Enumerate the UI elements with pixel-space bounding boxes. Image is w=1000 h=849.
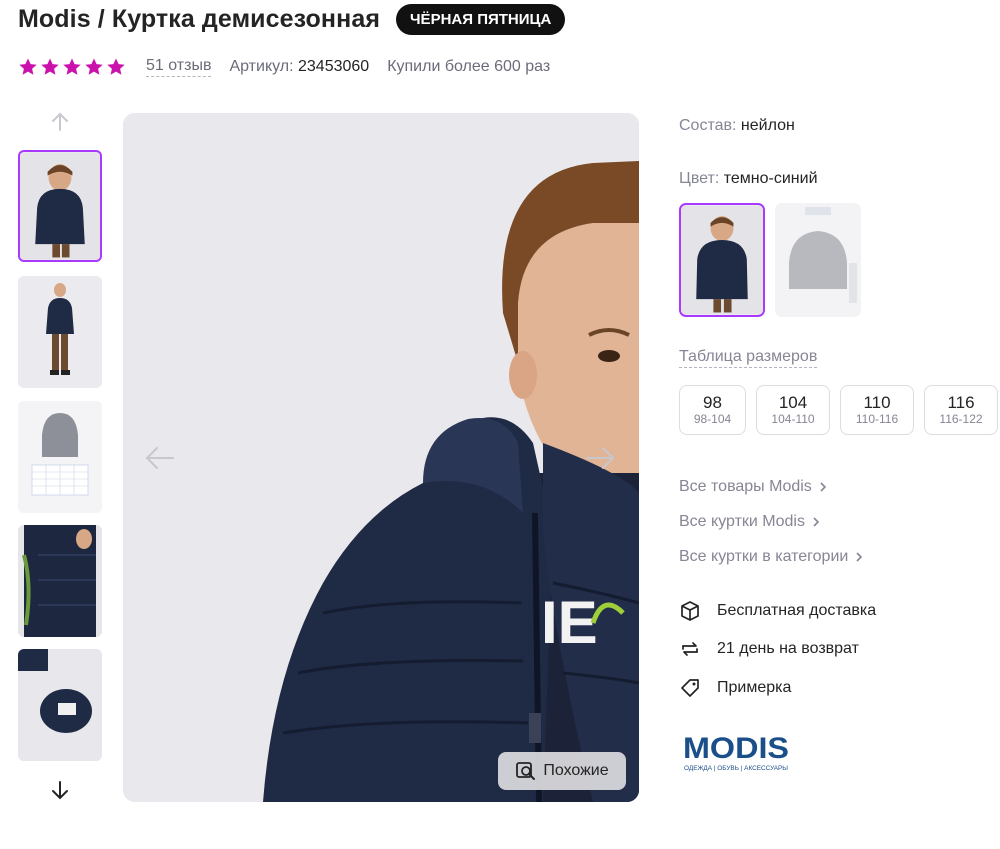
thumbnail-boy-jacket-front[interactable] [18,150,102,262]
benefit-return: 21 день на возврат [679,638,859,660]
svg-text:MODIS: MODIS [683,732,789,765]
star-icon [19,58,37,75]
article-number[interactable]: 23453060 [298,58,369,75]
size-selector: 98 98-104 104 104-110 110 110-116 116 11… [679,385,998,435]
color: Цвет: темно-синий [679,170,818,188]
tag-icon [681,679,699,697]
return-arrows-icon [682,642,698,656]
photo-thumbnail-image [18,276,102,388]
star-icon [107,58,125,75]
svg-text:IE: IE [541,589,598,656]
size-value: 110 [863,393,891,412]
product-photo-image: IE [123,113,639,802]
size-value: 116 [947,393,975,412]
link-label: Все куртки Modis [679,513,805,530]
composition-label: Состав: [679,117,737,134]
composition-value: нейлон [740,117,795,134]
rating-stars[interactable] [18,57,126,77]
thumbnail-size-chart[interactable] [18,401,102,513]
link-label: Все товары Modis [679,478,812,495]
link-all-jackets-category[interactable]: Все куртки в категории [679,548,864,566]
size-range: 104-110 [771,412,815,426]
thumbnail-boy-full-length[interactable] [18,276,102,388]
photo-thumbnail-image [18,649,102,761]
benefit-fitting: Примерка [679,677,791,699]
product-meta: 51 отзыв Артикул: 23453060 Купили более … [18,54,550,80]
star-icon [85,58,103,75]
arrow-left-icon[interactable] [143,443,177,473]
link-all-modis-products[interactable]: Все товары Modis [679,478,828,496]
composition: Состав: нейлон [679,117,795,135]
benefit-text: Примерка [717,679,792,696]
color-swatches [679,203,861,317]
photo-thumbnail-image [18,525,102,637]
color-swatch-dark-blue[interactable] [679,203,765,317]
arrow-right-icon[interactable] [583,443,617,473]
similar-search-icon [516,762,536,780]
benefit-free-delivery: Бесплатная доставка [679,600,876,622]
similar-button-label: Похожие [543,762,609,779]
color-swatch-grey[interactable] [775,203,861,317]
star-icon [41,58,59,75]
box-icon [681,601,699,621]
link-label: Все куртки в категории [679,548,849,565]
arrow-down-icon[interactable] [48,778,72,802]
purchase-count: Купили более 600 раз [387,58,551,75]
size-range: 116-122 [939,412,983,426]
similar-products-button[interactable]: Похожие [498,752,626,790]
article-label-text: Артикул: [229,58,294,75]
size-range: 98-104 [693,412,732,426]
size-table-link[interactable]: Таблица размеров [679,348,818,368]
size-option-116[interactable]: 116 116-122 [924,385,998,435]
link-all-modis-jackets[interactable]: Все куртки Modis [679,513,821,531]
thumbnail-jacket-hood-label[interactable] [18,649,102,761]
reviews-link[interactable]: 51 отзыв [146,57,212,77]
svg-text:ОДЕЖДА | ОБУВЬ | АКСЕССУАРЫ: ОДЕЖДА | ОБУВЬ | АКСЕССУАРЫ [684,765,788,772]
swatch-image [775,203,861,317]
article-label: Артикул: 23453060 [229,58,369,76]
photo-thumbnail-image [18,401,102,513]
modis-brand-logo[interactable]: MODIS ОДЕЖДА | ОБУВЬ | АКСЕССУАРЫ [683,730,795,774]
chevron-right-icon [813,517,820,527]
size-option-110[interactable]: 110 110-116 [840,385,914,435]
star-icon [63,58,81,75]
size-value: 104 [778,393,808,412]
size-range: 110-116 [855,412,899,426]
promo-badge[interactable]: ЧЁРНАЯ ПЯТНИЦА [396,3,566,35]
color-value: темно-синий [723,170,818,187]
chevron-right-icon [856,552,863,562]
photo-thumbnail-image [20,152,100,260]
title-row: Modis / Куртка демисезонная ЧЁРНАЯ ПЯТНИ… [18,2,566,36]
size-value: 98 [703,393,722,412]
size-option-104[interactable]: 104 104-110 [756,385,830,435]
benefit-text: 21 день на возврат [717,640,859,657]
thumbnail-jacket-lining[interactable] [18,525,102,637]
size-option-98[interactable]: 98 98-104 [679,385,746,435]
chevron-right-icon [820,482,826,492]
color-label: Цвет: [679,170,720,187]
arrow-up-icon[interactable] [48,110,72,134]
product-title: Modis / Куртка демисезонная [18,4,381,33]
swatch-image [681,205,763,315]
benefit-text: Бесплатная доставка [717,602,877,619]
main-product-photo[interactable]: IE Похожие [123,113,639,802]
